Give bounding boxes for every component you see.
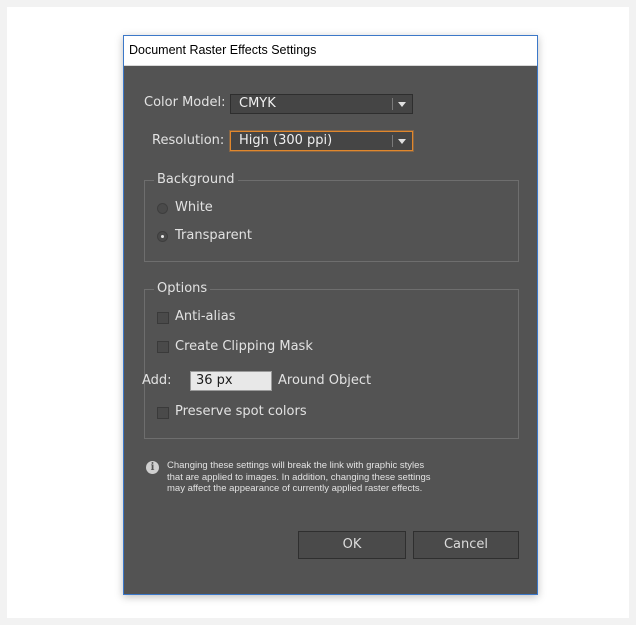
info-line: may affect the appearance of currently a… — [167, 483, 423, 494]
radio-transparent[interactable] — [157, 231, 168, 242]
preserve-spot-checkbox[interactable] — [157, 407, 169, 419]
info-note: Changing these settings will break the l… — [167, 460, 517, 495]
color-model-select[interactable]: CMYK — [230, 94, 413, 114]
color-model-label: Color Model: — [144, 95, 226, 110]
color-model-value: CMYK — [239, 96, 276, 111]
select-separator — [392, 98, 393, 110]
anti-alias-checkbox[interactable] — [157, 312, 169, 324]
info-line: that are applied to images. In addition,… — [167, 471, 431, 483]
radio-white-label: White — [175, 200, 213, 215]
clipping-mask-label: Create Clipping Mask — [175, 339, 313, 354]
anti-alias-label: Anti-alias — [175, 309, 236, 324]
select-separator — [392, 135, 393, 147]
chevron-down-icon — [398, 102, 406, 107]
info-icon: i — [146, 461, 159, 474]
chevron-down-icon — [398, 139, 406, 144]
resolution-value: High (300 ppi) — [239, 133, 333, 148]
add-label: Add: — [142, 373, 172, 388]
clipping-mask-checkbox[interactable] — [157, 341, 169, 353]
title-bar[interactable]: Document Raster Effects Settings — [124, 36, 537, 66]
radio-transparent-label: Transparent — [175, 228, 252, 243]
preserve-spot-label: Preserve spot colors — [175, 404, 307, 419]
around-object-label: Around Object — [278, 373, 372, 388]
add-amount-value: 36 px — [196, 373, 233, 388]
add-amount-input[interactable]: 36 px — [190, 371, 272, 391]
background-legend: Background — [154, 172, 238, 188]
resolution-label: Resolution: — [152, 133, 225, 148]
options-legend: Options — [154, 281, 211, 297]
radio-selected-dot — [161, 235, 164, 238]
resolution-select[interactable]: High (300 ppi) — [230, 131, 413, 151]
dialog-title: Document Raster Effects Settings — [129, 43, 317, 57]
radio-white[interactable] — [157, 203, 168, 214]
cancel-button[interactable]: Cancel — [413, 531, 519, 559]
info-line: Changing these settings will break the l… — [167, 460, 425, 471]
raster-effects-dialog: Document Raster Effects Settings Color M… — [123, 35, 538, 595]
ok-button[interactable]: OK — [298, 531, 406, 559]
background-group: Background — [144, 172, 519, 262]
